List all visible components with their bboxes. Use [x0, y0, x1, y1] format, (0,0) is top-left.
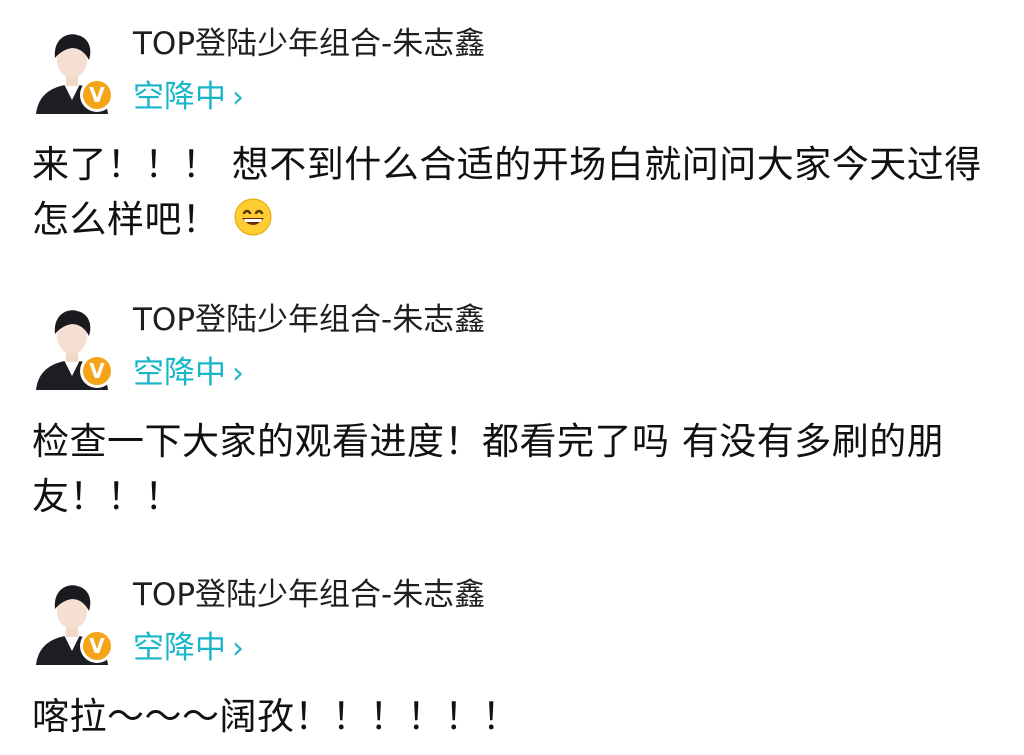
comment-feed: V TOP登陆少年组合-朱志鑫 空降中 › 来了！！！ 想不到什么合适的开场白就问…	[0, 0, 1024, 755]
avatar[interactable]: V	[30, 302, 114, 390]
grinning-face-icon	[234, 196, 272, 251]
verified-badge: V	[80, 78, 114, 112]
post-text: 来了！！！ 想不到什么合适的开场白就问问大家今天过得怎么样吧！	[32, 137, 992, 251]
verified-badge: V	[80, 629, 114, 663]
post-header: V TOP登陆少年组合-朱志鑫 空降中 ›	[0, 0, 1024, 120]
status-link[interactable]: 空降中 ›	[133, 352, 244, 395]
chevron-right-icon: ›	[232, 356, 244, 391]
post-header: V TOP登陆少年组合-朱志鑫 空降中 ›	[0, 276, 1024, 396]
chevron-right-icon: ›	[232, 80, 244, 115]
post-text-content: 喀拉～～～阔孜！！！！！！	[32, 695, 520, 738]
post-header: V TOP登陆少年组合-朱志鑫 空降中 ›	[0, 551, 1024, 671]
status-link[interactable]: 空降中 ›	[133, 76, 244, 119]
status-label: 空降中	[133, 79, 226, 115]
post-text: 喀拉～～～阔孜！！！！！！	[32, 689, 992, 744]
post-text-content: 检查一下大家的观看进度！都看完了吗 有没有多刷的朋友！！！	[32, 420, 945, 518]
username[interactable]: TOP登陆少年组合-朱志鑫	[133, 573, 485, 617]
chevron-right-icon: ›	[232, 631, 244, 666]
status-label: 空降中	[133, 630, 226, 666]
post-card: V TOP登陆少年组合-朱志鑫 空降中 › 喀拉～～～阔孜！！！！！！	[0, 551, 1024, 738]
post-card: V TOP登陆少年组合-朱志鑫 空降中 › 来了！！！ 想不到什么合适的开场白就问…	[0, 0, 1024, 241]
post-text: 检查一下大家的观看进度！都看完了吗 有没有多刷的朋友！！！	[32, 414, 992, 524]
username[interactable]: TOP登陆少年组合-朱志鑫	[133, 298, 485, 342]
verified-badge: V	[80, 354, 114, 388]
status-label: 空降中	[133, 355, 226, 391]
post-card: V TOP登陆少年组合-朱志鑫 空降中 › 检查一下大家的观看进度！都看完了吗 有…	[0, 276, 1024, 518]
status-link[interactable]: 空降中 ›	[133, 627, 244, 670]
avatar[interactable]: V	[30, 577, 114, 665]
post-text-content: 来了！！！ 想不到什么合适的开场白就问问大家今天过得怎么样吧！	[32, 143, 982, 241]
avatar[interactable]: V	[30, 26, 114, 114]
username[interactable]: TOP登陆少年组合-朱志鑫	[133, 22, 485, 66]
